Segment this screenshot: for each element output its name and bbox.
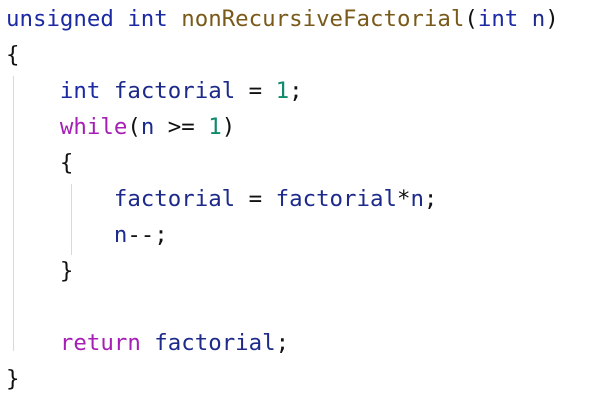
while-var: n (140, 114, 155, 140)
while-value: 1 (208, 114, 222, 140)
decrement-var: n (113, 222, 128, 248)
keyword-while: while (59, 114, 128, 140)
while-operator: >= (167, 114, 195, 140)
punctuation-close-paren: ) (545, 6, 559, 32)
code-line-11: } (6, 364, 19, 394)
code-line-4: while(n >= 1) (6, 112, 235, 142)
param-type: int (477, 6, 519, 32)
loop-close-brace: } (59, 258, 74, 284)
semicolon: ; (289, 78, 303, 104)
decl-name: factorial (113, 78, 236, 104)
function-name: nonRecursiveFactorial (181, 6, 465, 32)
code-line-10: return factorial; (6, 328, 289, 358)
decrement-operator: -- (127, 222, 155, 248)
decl-type: int (59, 78, 101, 104)
code-line-7: n--; (6, 220, 168, 250)
semicolon: ; (423, 186, 438, 212)
semicolon: ; (275, 330, 290, 356)
code-editor[interactable]: unsigned int nonRecursiveFactorial(int n… (0, 0, 600, 402)
return-value: factorial (154, 330, 276, 356)
punctuation-open-paren: ( (464, 6, 478, 32)
assign-rhs-factorial: factorial (275, 186, 397, 212)
while-close-paren: ) (221, 114, 236, 140)
code-line-2: { (6, 40, 19, 70)
code-line-3: int factorial = 1; (6, 76, 303, 106)
assign-lhs: factorial (113, 186, 236, 212)
keyword-return: return (59, 330, 141, 356)
loop-open-brace: { (59, 150, 74, 176)
code-line-6: factorial = factorial*n; (6, 184, 438, 214)
close-brace: } (6, 366, 20, 392)
assign-operator: = (248, 186, 263, 212)
code-line-1: unsigned int nonRecursiveFactorial(int n… (6, 4, 559, 34)
param-name: n (531, 6, 546, 32)
code-line-8: } (6, 256, 73, 286)
keyword-int: int (127, 6, 168, 32)
multiply-operator: * (396, 186, 411, 212)
while-open-paren: ( (127, 114, 141, 140)
decl-value: 1 (275, 78, 290, 104)
assign-operator: = (248, 78, 263, 104)
open-brace: { (6, 42, 20, 68)
keyword-unsigned: unsigned (6, 6, 114, 32)
assign-rhs-n: n (410, 186, 424, 212)
semicolon: ; (154, 222, 168, 248)
code-line-5: { (6, 148, 73, 178)
